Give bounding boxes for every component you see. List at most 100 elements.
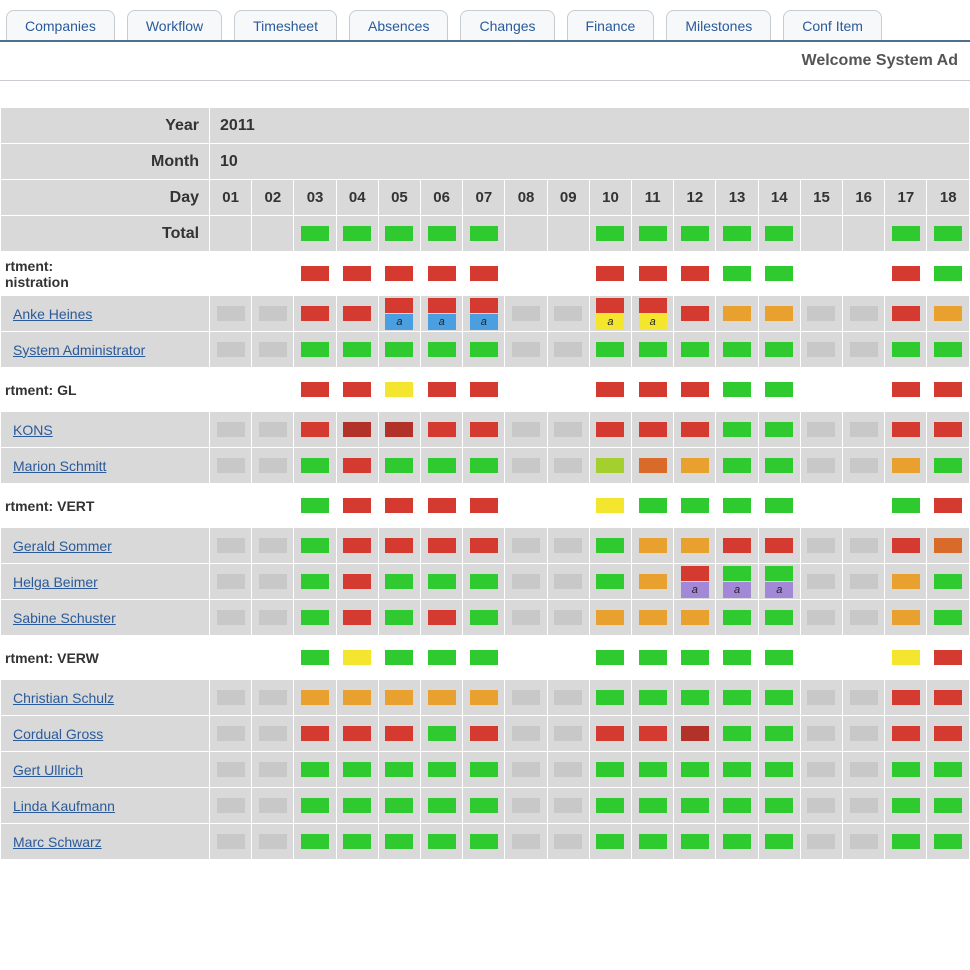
person-link[interactable]: Linda Kaufmann — [13, 798, 115, 814]
status-chip — [554, 342, 582, 357]
grid-cell — [547, 484, 589, 528]
grid-cell — [632, 636, 674, 680]
status-chip — [765, 690, 793, 705]
tab-absences[interactable]: Absences — [349, 10, 448, 40]
month-value: 10 — [210, 144, 970, 180]
day-label: Day — [1, 180, 210, 216]
status-chip — [343, 226, 371, 241]
person-link[interactable]: Christian Schulz — [13, 690, 114, 706]
tab-workflow[interactable]: Workflow — [127, 10, 222, 40]
person-link[interactable]: Anke Heines — [13, 306, 92, 322]
grid-cell — [589, 448, 631, 484]
grid-cell — [885, 636, 927, 680]
status-chip — [639, 498, 667, 513]
status-chip — [639, 798, 667, 813]
grid-cell — [378, 412, 420, 448]
grid-cell — [632, 484, 674, 528]
status-chip — [512, 538, 540, 553]
person-link[interactable]: Gert Ullrich — [13, 762, 83, 778]
person-link[interactable]: Cordual Gross — [13, 726, 103, 742]
person-link[interactable]: Marc Schwarz — [13, 834, 102, 850]
status-chip — [639, 610, 667, 625]
status-chip — [596, 834, 624, 849]
grid-cell — [505, 216, 547, 252]
status-chip — [850, 798, 878, 813]
grid-cell — [589, 412, 631, 448]
grid-cell — [505, 296, 547, 332]
grid-cell — [716, 332, 758, 368]
grid-cell — [378, 752, 420, 788]
grid-cell — [463, 636, 505, 680]
status-chip — [343, 458, 371, 473]
grid-cell — [800, 716, 842, 752]
status-chip — [301, 226, 329, 241]
status-chip: a — [470, 314, 498, 330]
day-col-12: 12 — [674, 180, 716, 216]
grid-cell — [800, 332, 842, 368]
person-cell: Helga Beimer — [1, 564, 210, 600]
status-chip — [681, 266, 709, 281]
grid-cell — [632, 412, 674, 448]
grid-cell — [210, 216, 252, 252]
grid-cell — [421, 788, 463, 824]
status-chip — [892, 574, 920, 589]
status-chip — [765, 498, 793, 513]
status-chip — [596, 266, 624, 281]
status-chip — [217, 610, 245, 625]
status-chip — [470, 610, 498, 625]
person-link[interactable]: Helga Beimer — [13, 574, 98, 590]
tab-milestones[interactable]: Milestones — [666, 10, 771, 40]
grid-cell — [294, 680, 336, 716]
grid-cell — [758, 528, 800, 564]
tab-timesheet[interactable]: Timesheet — [234, 10, 337, 40]
status-chip — [765, 306, 793, 321]
grid-cell — [927, 296, 970, 332]
grid-cell — [547, 752, 589, 788]
status-chip — [807, 762, 835, 777]
person-link[interactable]: Sabine Schuster — [13, 610, 116, 626]
tab-companies[interactable]: Companies — [6, 10, 115, 40]
grid-cell — [210, 752, 252, 788]
status-chip — [554, 726, 582, 741]
grid-cell — [252, 716, 294, 752]
person-link[interactable]: KONS — [13, 422, 53, 438]
grid-cell — [378, 528, 420, 564]
grid-cell — [252, 252, 294, 296]
grid-cell — [378, 564, 420, 600]
grid-cell — [505, 716, 547, 752]
status-chip — [892, 306, 920, 321]
grid-cell — [632, 564, 674, 600]
status-chip — [428, 382, 456, 397]
tab-finance[interactable]: Finance — [567, 10, 655, 40]
person-link[interactable]: Marion Schmitt — [13, 458, 106, 474]
grid-cell: a — [674, 564, 716, 600]
grid-cell — [843, 368, 885, 412]
grid-cell — [336, 564, 378, 600]
year-value: 2011 — [210, 108, 970, 144]
status-chip — [681, 762, 709, 777]
status-chip — [470, 458, 498, 473]
grid-cell — [421, 216, 463, 252]
grid-cell — [547, 716, 589, 752]
status-chip — [765, 266, 793, 281]
status-chip — [765, 566, 793, 581]
department-label: rtment:nistration — [1, 252, 210, 296]
grid-cell — [210, 636, 252, 680]
person-link[interactable]: System Administrator — [13, 342, 145, 358]
status-chip — [934, 266, 962, 281]
grid-cell — [800, 252, 842, 296]
person-link[interactable]: Gerald Sommer — [13, 538, 112, 554]
grid-cell — [547, 296, 589, 332]
status-chip — [385, 762, 413, 777]
grid-cell — [505, 332, 547, 368]
tab-changes[interactable]: Changes — [460, 10, 554, 40]
status-chip — [428, 574, 456, 589]
grid-cell — [758, 368, 800, 412]
status-chip — [217, 726, 245, 741]
status-chip — [850, 610, 878, 625]
status-chip — [639, 458, 667, 473]
grid-cell — [252, 296, 294, 332]
grid-cell — [927, 752, 970, 788]
status-chip — [343, 382, 371, 397]
tab-conf-item[interactable]: Conf Item — [783, 10, 882, 40]
